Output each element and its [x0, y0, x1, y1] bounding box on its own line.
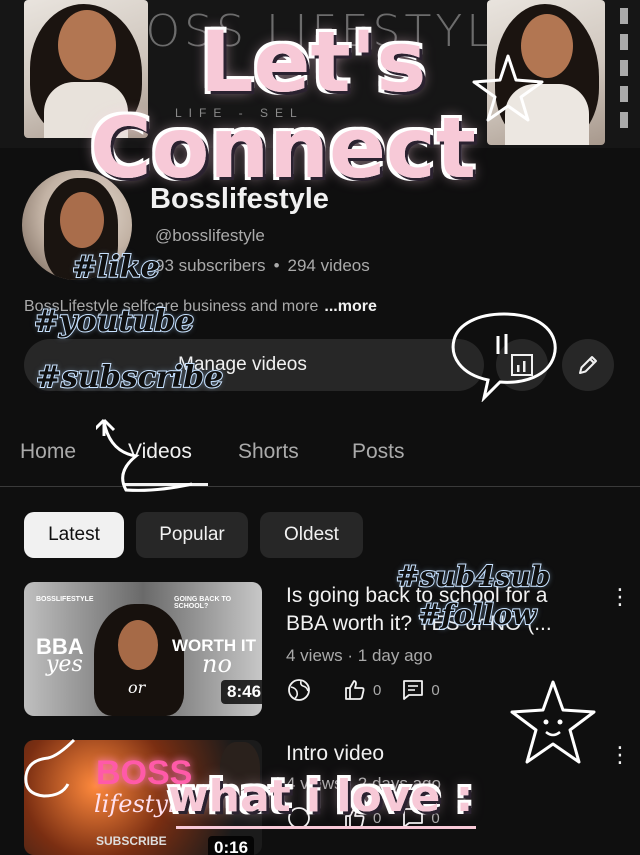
thumb-heading: GOING BACK TO SCHOOL?: [174, 596, 232, 610]
chip-latest[interactable]: Latest: [24, 512, 124, 558]
tab-posts[interactable]: Posts: [352, 440, 405, 464]
star-doodle-icon: [472, 54, 544, 122]
sticker-headline-line1: Let's: [200, 13, 427, 111]
more-link[interactable]: ...more: [324, 298, 376, 315]
channel-stats: 93 subscribers • 294 videos: [155, 256, 370, 276]
pencil-icon: [579, 356, 597, 374]
sticker-tag-follow: #follow: [417, 597, 537, 632]
footer-underline: [176, 826, 476, 829]
sticker-tag-sub4sub: #sub4sub: [395, 559, 551, 594]
more-options-button[interactable]: ⋮: [609, 742, 631, 768]
separator-dot: •: [273, 256, 280, 275]
video-duration: 0:16: [208, 836, 255, 855]
comment-icon: [403, 680, 424, 700]
thumb-mid-text: or: [128, 678, 146, 697]
sticker-tag-subscribe: #subscribe: [35, 359, 224, 396]
speech-bubble-doodle-icon: [451, 312, 557, 402]
chip-popular[interactable]: Popular: [136, 512, 248, 558]
tab-shorts[interactable]: Shorts: [238, 440, 299, 464]
tab-home[interactable]: Home: [20, 440, 76, 464]
video-meta: 4 views · 1 day ago: [286, 646, 433, 665]
sticker-headline-line2: Connect: [90, 99, 476, 197]
video-count: 294 videos: [287, 256, 370, 275]
smiling-star-doodle-icon: [510, 680, 596, 764]
more-options-button[interactable]: ⋮: [609, 584, 631, 610]
comment-count: 0: [431, 681, 440, 699]
video-thumbnail[interactable]: BOSSLIFESTYLE GOING BACK TO SCHOOL? BBA …: [24, 582, 262, 716]
edit-button[interactable]: [562, 339, 614, 391]
chip-oldest[interactable]: Oldest: [260, 512, 363, 558]
thumb-brand: BOSSLIFESTYLE: [36, 596, 94, 603]
thumb-footer-text: SUBSCRIBE: [96, 834, 167, 848]
channel-handle: @bosslifestyle: [155, 226, 265, 245]
scribble-doodle-icon: [24, 738, 76, 798]
subscriber-count: 93 subscribers: [155, 256, 266, 275]
thumb-left-script: yes: [46, 652, 83, 677]
like-count: 0: [373, 681, 382, 699]
thumb-face: [118, 620, 158, 670]
sticker-footer: what i love :: [168, 771, 474, 822]
video-duration: 8:46: [221, 680, 262, 704]
banner-dashes: [620, 8, 628, 138]
thumbs-up-icon: [345, 680, 365, 700]
globe-icon: [288, 679, 310, 701]
sticker-tag-like: #like: [71, 249, 161, 286]
sticker-tag-youtube: #youtube: [33, 303, 195, 340]
thumb-right-script: no: [202, 650, 232, 678]
arrow-doodle-icon: [96, 418, 193, 492]
video-actions: 0 0: [287, 678, 454, 702]
